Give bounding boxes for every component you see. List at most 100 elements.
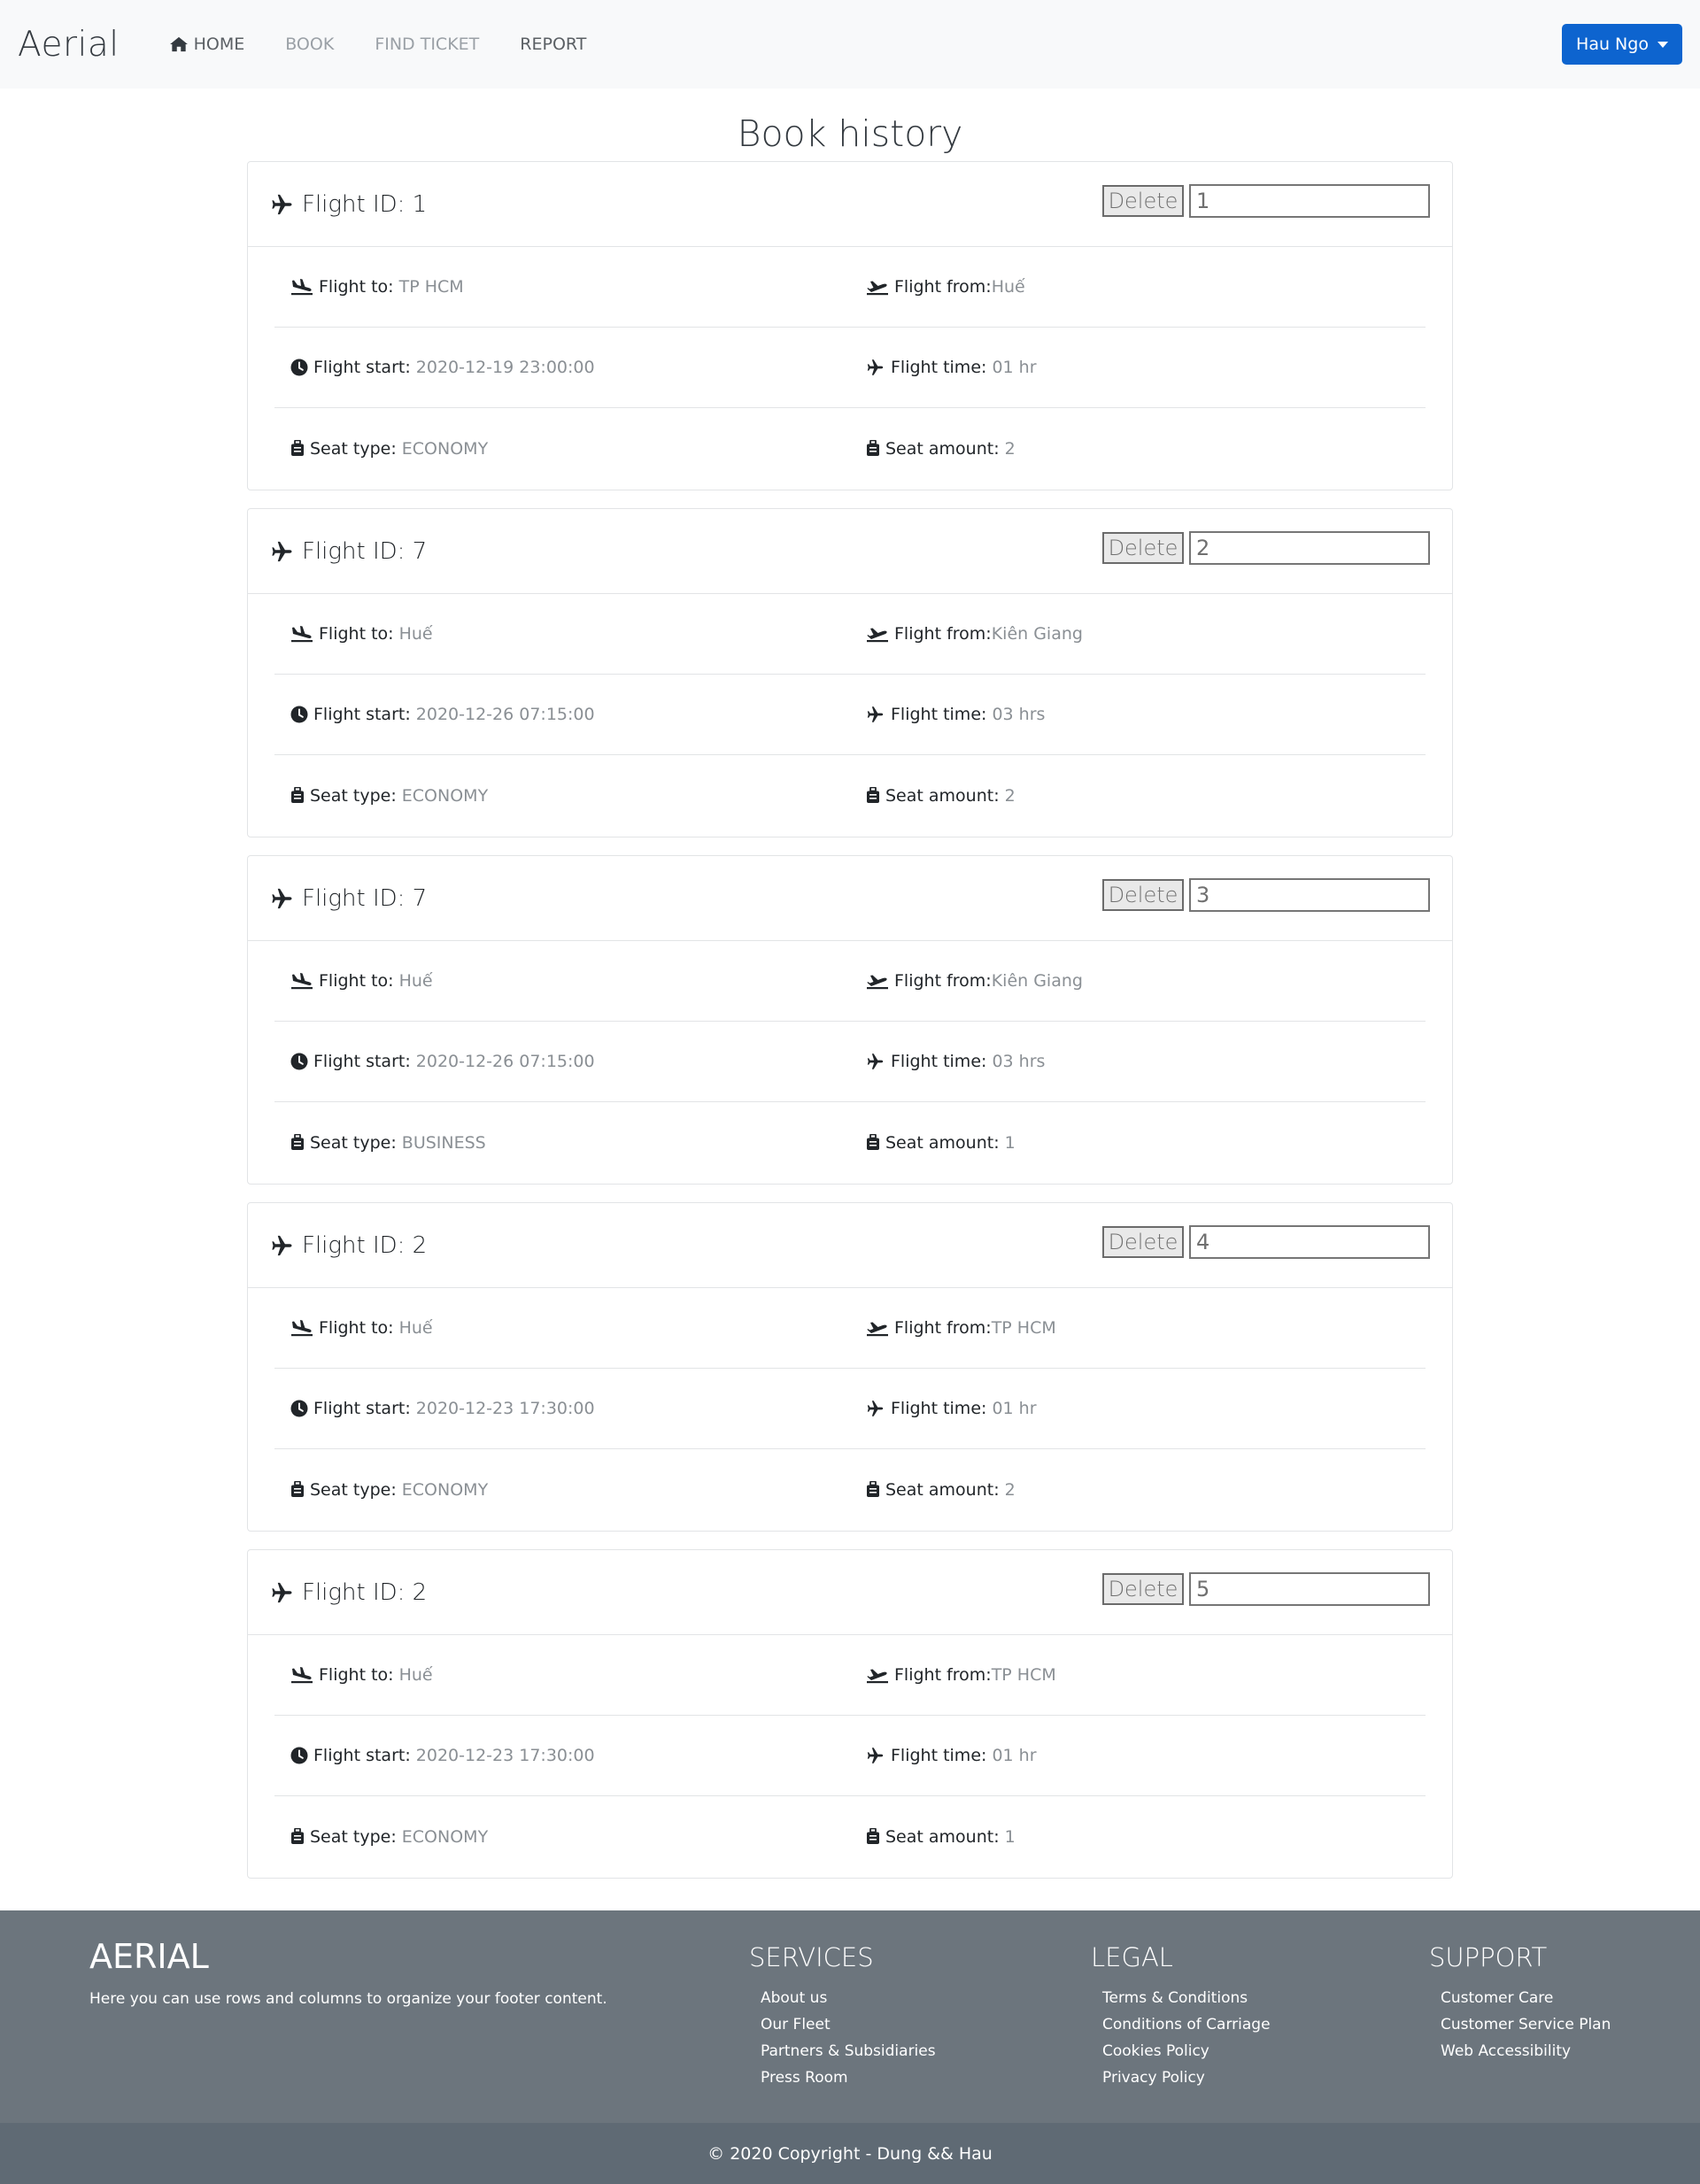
footer-link[interactable]: Terms & Conditions <box>1102 1985 1271 2011</box>
footer-services-title: SERVICES <box>749 1942 874 1972</box>
seat-amount-field: Seat amount: 1 <box>850 1133 1426 1153</box>
footer-link[interactable]: Press Room <box>761 2064 936 2091</box>
plane-icon <box>272 194 292 214</box>
flight-to-field: Flight to: Huế <box>274 1665 850 1685</box>
footer-support-title: SUPPORT <box>1429 1942 1548 1972</box>
flight-to-value: Huế <box>398 971 433 991</box>
flight-start-field: Flight start: 2020-12-23 17:30:00 <box>274 1746 850 1765</box>
booking-list: Flight ID: 1 Delete Flight to: TP HCM Fl… <box>247 161 1453 1879</box>
seat-amount-value: 1 <box>1004 1132 1016 1153</box>
clock-icon <box>290 359 308 376</box>
suitcase-icon <box>867 1480 879 1497</box>
clock-icon <box>290 1400 308 1417</box>
plane-departure-icon <box>867 975 888 990</box>
detail-row: Flight start: 2020-12-26 07:15:00 Flight… <box>274 1022 1426 1102</box>
plane-departure-icon <box>867 281 888 296</box>
flight-from-value: Kiên Giang <box>991 971 1083 991</box>
footer-brand: AERIAL <box>89 1937 209 1976</box>
flight-from-label: Flight from: <box>894 1665 992 1685</box>
footer-legal: LEGAL Terms & Conditions Conditions of C… <box>1091 1942 1271 2091</box>
detail-row: Flight start: 2020-12-23 17:30:00 Flight… <box>274 1716 1426 1796</box>
delete-button[interactable]: Delete <box>1102 1573 1184 1605</box>
plane-arrival-icon <box>291 626 313 643</box>
nav-item-find-ticket[interactable]: FIND TICKET <box>375 35 479 54</box>
home-icon <box>169 36 188 52</box>
flight-from-value: Huế <box>991 277 1025 297</box>
detail-row: Flight start: 2020-12-26 07:15:00 Flight… <box>274 675 1426 755</box>
seat-type-field: Seat type: ECONOMY <box>274 786 850 806</box>
suitcase-icon <box>867 439 879 456</box>
plane-departure-icon <box>867 1322 888 1337</box>
footer-link[interactable]: Customer Service Plan <box>1441 2011 1611 2038</box>
detail-row: Flight to: Huế Flight from: TP HCM <box>274 1635 1426 1716</box>
flight-id-value: 2 <box>412 1231 428 1259</box>
suitcase-icon <box>867 786 879 803</box>
flight-start-value: 2020-12-26 07:15:00 <box>415 1052 595 1071</box>
plane-icon <box>867 359 884 375</box>
delete-button[interactable]: Delete <box>1102 1226 1184 1258</box>
flight-to-value: Huế <box>398 1318 433 1338</box>
flight-start-field: Flight start: 2020-12-26 07:15:00 <box>274 1052 850 1071</box>
flight-from-value: TP HCM <box>991 1318 1056 1338</box>
nav-item-home[interactable]: HOME <box>169 35 245 54</box>
flight-start-label: Flight start: <box>313 1746 416 1765</box>
footer-link[interactable]: About us <box>761 1985 936 2011</box>
footer-link[interactable]: Partners & Subsidiaries <box>761 2038 936 2064</box>
footer-link[interactable]: Cookies Policy <box>1102 2038 1271 2064</box>
flight-from-field: Flight from: Kiên Giang <box>850 624 1426 644</box>
seat-type-value: ECONOMY <box>401 785 489 806</box>
detail-row: Flight start: 2020-12-23 17:30:00 Flight… <box>274 1369 1426 1449</box>
delete-button[interactable]: Delete <box>1102 879 1184 911</box>
brand-logo[interactable]: Aerial <box>18 25 120 65</box>
flight-from-label: Flight from: <box>894 1318 992 1338</box>
seat-amount-label: Seat amount: <box>885 785 1005 806</box>
booking-card: Flight ID: 7 Delete Flight to: Huế Fligh… <box>247 855 1453 1185</box>
footer-link[interactable]: Privacy Policy <box>1102 2064 1271 2091</box>
card-body: Flight to: TP HCM Flight from: Huế Flight… <box>248 247 1452 489</box>
caret-down-icon <box>1657 41 1668 48</box>
detail-row: Seat type: ECONOMY Seat amount: 2 <box>274 1449 1426 1530</box>
seat-amount-value: 2 <box>1004 438 1016 459</box>
delete-button[interactable]: Delete <box>1102 185 1184 217</box>
seat-amount-field: Seat amount: 2 <box>850 439 1426 459</box>
plane-icon <box>867 1401 884 1416</box>
flight-to-value: Huế <box>398 624 433 644</box>
seat-amount-label: Seat amount: <box>885 1132 1005 1153</box>
footer-link[interactable]: Conditions of Carriage <box>1102 2011 1271 2038</box>
booking-card: Flight ID: 2 Delete Flight to: Huế Fligh… <box>247 1202 1453 1532</box>
footer-link[interactable]: Customer Care <box>1441 1985 1611 2011</box>
card-actions: Delete <box>1102 184 1430 218</box>
detail-row: Seat type: ECONOMY Seat amount: 2 <box>274 408 1426 489</box>
delete-button[interactable]: Delete <box>1102 532 1184 564</box>
seat-type-label: Seat type: <box>310 1479 402 1500</box>
nav-item-book[interactable]: BOOK <box>285 35 334 54</box>
booking-id-input[interactable] <box>1189 531 1430 565</box>
booking-id-input[interactable] <box>1189 1572 1430 1606</box>
flight-time-value: 03 hrs <box>992 1052 1046 1071</box>
flight-time-field: Flight time: 01 hr <box>850 358 1426 377</box>
seat-amount-label: Seat amount: <box>885 438 1005 459</box>
footer-support: SUPPORT Customer Care Customer Service P… <box>1429 1942 1611 2064</box>
flight-time-value: 01 hr <box>992 1399 1037 1418</box>
flight-id-value: 7 <box>412 884 428 912</box>
nav-item-report[interactable]: REPORT <box>520 35 586 54</box>
user-dropdown-button[interactable]: Hau Ngo <box>1562 24 1682 65</box>
flight-to-field: Flight to: TP HCM <box>274 277 850 297</box>
booking-id-input[interactable] <box>1189 1225 1430 1259</box>
plane-icon <box>272 1582 292 1602</box>
suitcase-icon <box>867 1827 879 1844</box>
footer-link[interactable]: Web Accessibility <box>1441 2038 1611 2064</box>
footer-link[interactable]: Our Fleet <box>761 2011 936 2038</box>
booking-id-input[interactable] <box>1189 184 1430 218</box>
footer-services: SERVICES About us Our Fleet Partners & S… <box>749 1942 936 2091</box>
detail-row: Seat type: ECONOMY Seat amount: 1 <box>274 1796 1426 1877</box>
flight-time-field: Flight time: 01 hr <box>850 1746 1426 1765</box>
flight-id-value: 2 <box>412 1578 428 1606</box>
booking-id-input[interactable] <box>1189 878 1430 912</box>
flight-id-label: Flight ID: <box>302 1578 413 1606</box>
flight-start-value: 2020-12-19 23:00:00 <box>415 358 595 377</box>
seat-type-field: Seat type: ECONOMY <box>274 439 850 459</box>
seat-type-value: ECONOMY <box>401 438 489 459</box>
flight-start-label: Flight start: <box>313 1399 416 1418</box>
nav-item-home-label: HOME <box>193 35 245 54</box>
